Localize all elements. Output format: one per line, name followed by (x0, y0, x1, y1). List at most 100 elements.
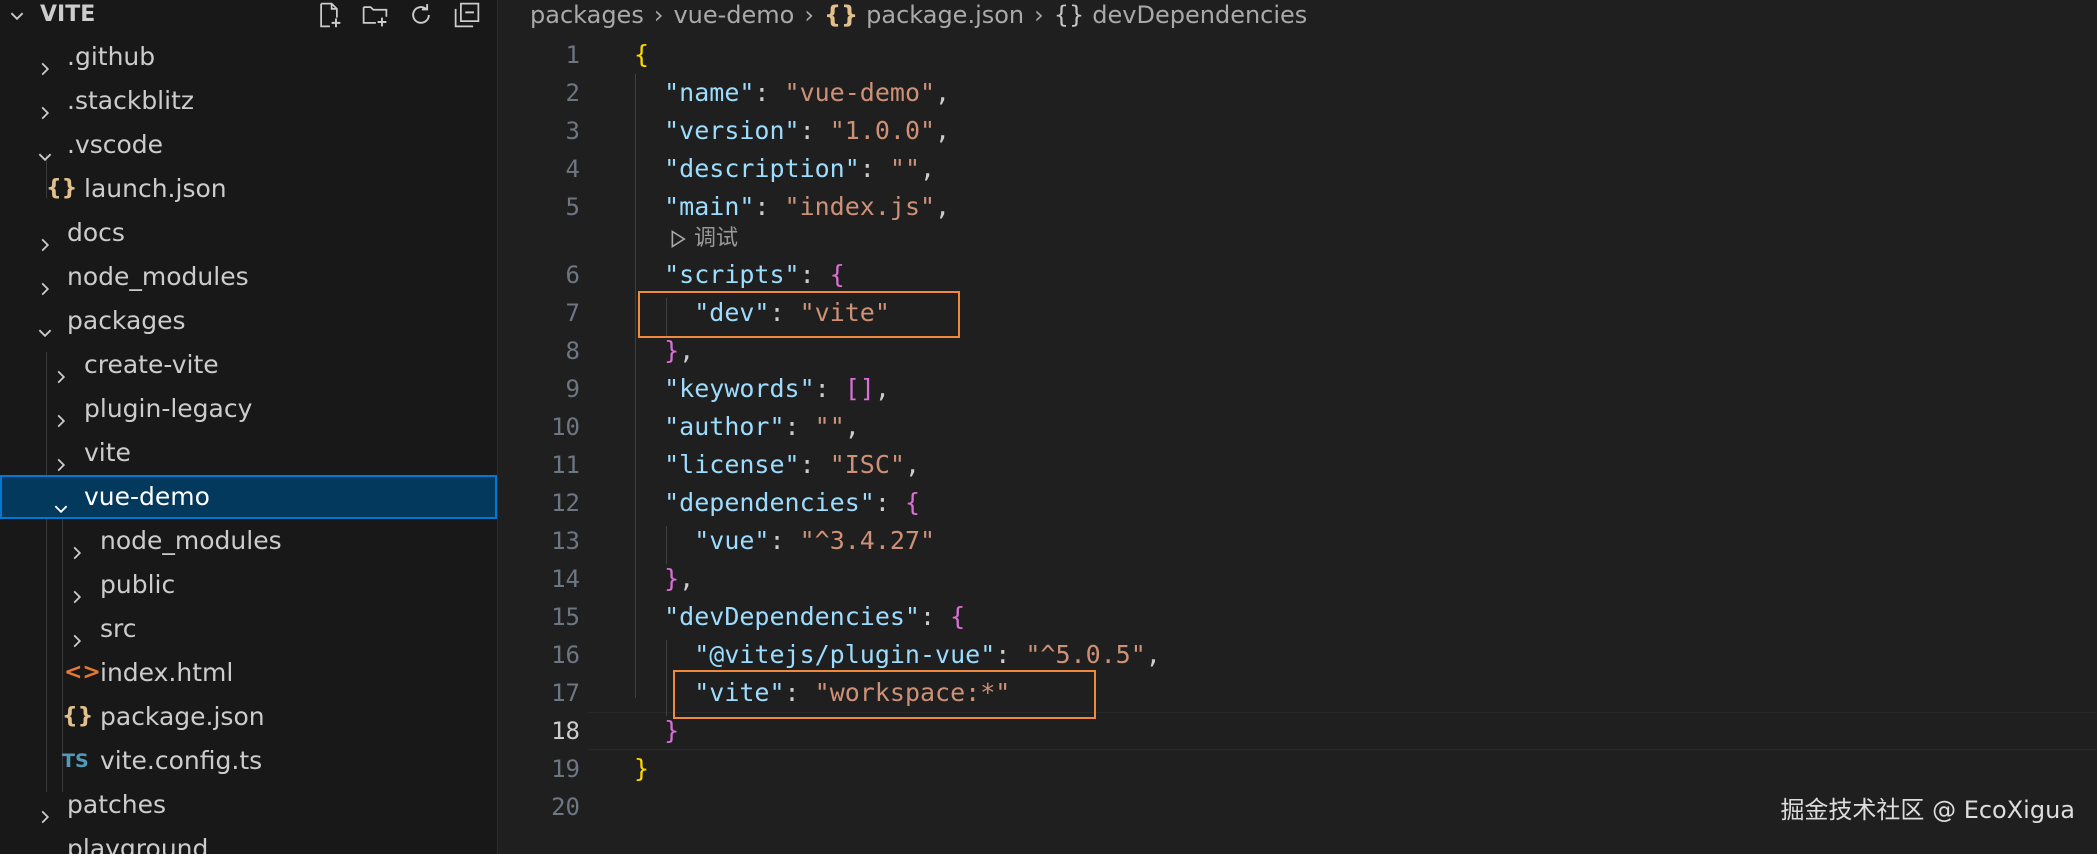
tree-item-vue-demo[interactable]: vue-demo (0, 475, 497, 519)
tree-item-label: .github (67, 42, 156, 71)
code-line: "scripts": { (664, 260, 845, 289)
object-icon: {} (1053, 1, 1085, 29)
line-number: 11 (551, 451, 580, 479)
highlight-box-dev-script (638, 291, 960, 338)
tree-item-label: package.json (100, 702, 265, 731)
tree-item-label: playground (67, 834, 209, 854)
code-line: "main": "index.js", (664, 192, 951, 221)
tree-item-public[interactable]: public (0, 563, 497, 607)
chevron-down-icon[interactable] (8, 7, 26, 29)
line-number: 16 (551, 641, 580, 669)
line-number: 8 (565, 337, 580, 365)
html-file-icon: <> (64, 660, 101, 685)
new-file-icon[interactable] (313, 0, 345, 30)
tree-item-label: vue-demo (84, 482, 210, 511)
tree-item-patches[interactable]: patches (0, 783, 497, 827)
tree-item-launch-json[interactable]: {} launch.json (0, 167, 497, 211)
tree-item-create-vite[interactable]: create-vite (0, 343, 497, 387)
breadcrumb-item-packages[interactable]: packages (530, 1, 644, 29)
watermark: 掘金技术社区 @ EcoXigua (1780, 796, 2075, 824)
tree-item-label: node_modules (100, 526, 282, 555)
line-number: 10 (551, 413, 580, 441)
tree-item-vite[interactable]: vite (0, 431, 497, 475)
tree-item-label: vite (84, 438, 131, 467)
explorer-title: VITE (40, 2, 96, 27)
tree-item-docs[interactable]: docs (0, 211, 497, 255)
line-number: 15 (551, 603, 580, 631)
tree-item-playground[interactable]: playground (0, 827, 497, 854)
code-line: { (634, 40, 650, 69)
code-line: "author": "", (664, 412, 860, 441)
tree-item-label: index.html (100, 658, 234, 687)
explorer-header[interactable]: VITE (0, 0, 497, 30)
refresh-icon[interactable] (405, 0, 437, 30)
code-line: "devDependencies": { (664, 602, 966, 631)
highlight-box-vite-dependency (673, 670, 1096, 719)
tree-item-node-modules[interactable]: node_modules (0, 255, 497, 299)
chevron-right-icon: › (653, 1, 664, 29)
json-file-icon: {} (46, 176, 78, 201)
breadcrumb: packages › vue-demo ›{} package.json ›{} devDe… (530, 0, 1307, 30)
chevron-right-icon: › (1034, 1, 1044, 29)
code-line: "@vitejs/plugin-vue": "^5.0.5", (694, 640, 1161, 669)
code-line: }, (664, 564, 695, 593)
breadcrumb-item-package-json[interactable]: package.json (866, 1, 1024, 29)
tree-item-vscode[interactable]: .vscode (0, 123, 497, 167)
code-line: } (634, 754, 650, 783)
tree-item-label: node_modules (67, 262, 249, 291)
ts-file-icon: TS (62, 750, 89, 772)
tree-item-index-html[interactable]: <> index.html (0, 651, 497, 695)
tree-item-package-json[interactable]: {} package.json (0, 695, 497, 739)
collapse-all-icon[interactable] (451, 0, 483, 30)
tree-item-label: packages (67, 306, 186, 335)
tree-item-github[interactable]: .github (0, 35, 497, 79)
chevron-right-icon: › (804, 1, 814, 29)
new-folder-icon[interactable] (359, 0, 391, 30)
line-number: 19 (551, 755, 580, 783)
tree-item-label: vite.config.ts (100, 746, 263, 775)
tree-item-label: launch.json (84, 174, 227, 203)
line-number: 13 (551, 527, 580, 555)
line-number: 7 (565, 299, 580, 327)
line-number: 9 (565, 375, 580, 403)
json-file-icon: {} (823, 1, 859, 29)
line-number: 2 (565, 79, 580, 107)
tree-item-label: create-vite (84, 350, 219, 379)
explorer-actions (313, 0, 483, 30)
tree-item-label: src (100, 614, 137, 643)
code-editor[interactable]: packages › vue-demo ›{} package.json ›{} devDe… (498, 0, 2097, 854)
line-number: 3 (565, 117, 580, 145)
tree-item-label: patches (67, 790, 166, 819)
breadcrumb-item-devdependencies[interactable]: devDependencies (1092, 1, 1307, 29)
line-number: 6 (565, 261, 580, 289)
line-number: 1 (565, 41, 580, 69)
tree-item-src[interactable]: src (0, 607, 497, 651)
json-file-icon: {} (62, 704, 94, 729)
code-line: "license": "ISC", (664, 450, 921, 479)
line-number: 14 (551, 565, 580, 593)
line-number: 4 (565, 155, 580, 183)
explorer-sidebar: VITE .github .stackblitz .vscode {} laun… (0, 0, 498, 854)
tree-item-vite-config-ts[interactable]: TS vite.config.ts (0, 739, 497, 783)
line-number: 20 (551, 793, 580, 821)
tree-item-packages[interactable]: packages (0, 299, 497, 343)
code-line: "keywords": [], (664, 374, 890, 403)
debug-codelens[interactable]: 调试 (668, 222, 738, 256)
code-line: "vue": "^3.4.27" (694, 526, 936, 555)
tree-item-label: .vscode (67, 130, 164, 159)
codelens-label: 调试 (694, 226, 739, 251)
tree-item-node-modules-demo[interactable]: node_modules (0, 519, 497, 563)
tree-item-stackblitz[interactable]: .stackblitz (0, 79, 497, 123)
tree-item-label: docs (67, 218, 125, 247)
code-line: "description": "", (664, 154, 936, 183)
tree-item-label: .stackblitz (67, 86, 195, 115)
line-number: 12 (551, 489, 580, 517)
play-icon (668, 226, 694, 251)
code-line: "version": "1.0.0", (664, 116, 951, 145)
code-line: "name": "vue-demo", (664, 78, 951, 107)
line-number: 17 (551, 679, 580, 707)
tree-item-plugin-legacy[interactable]: plugin-legacy (0, 387, 497, 431)
line-number: 5 (565, 193, 580, 221)
breadcrumb-item-vue-demo[interactable]: vue-demo (673, 1, 794, 29)
tree-item-label: public (100, 570, 176, 599)
